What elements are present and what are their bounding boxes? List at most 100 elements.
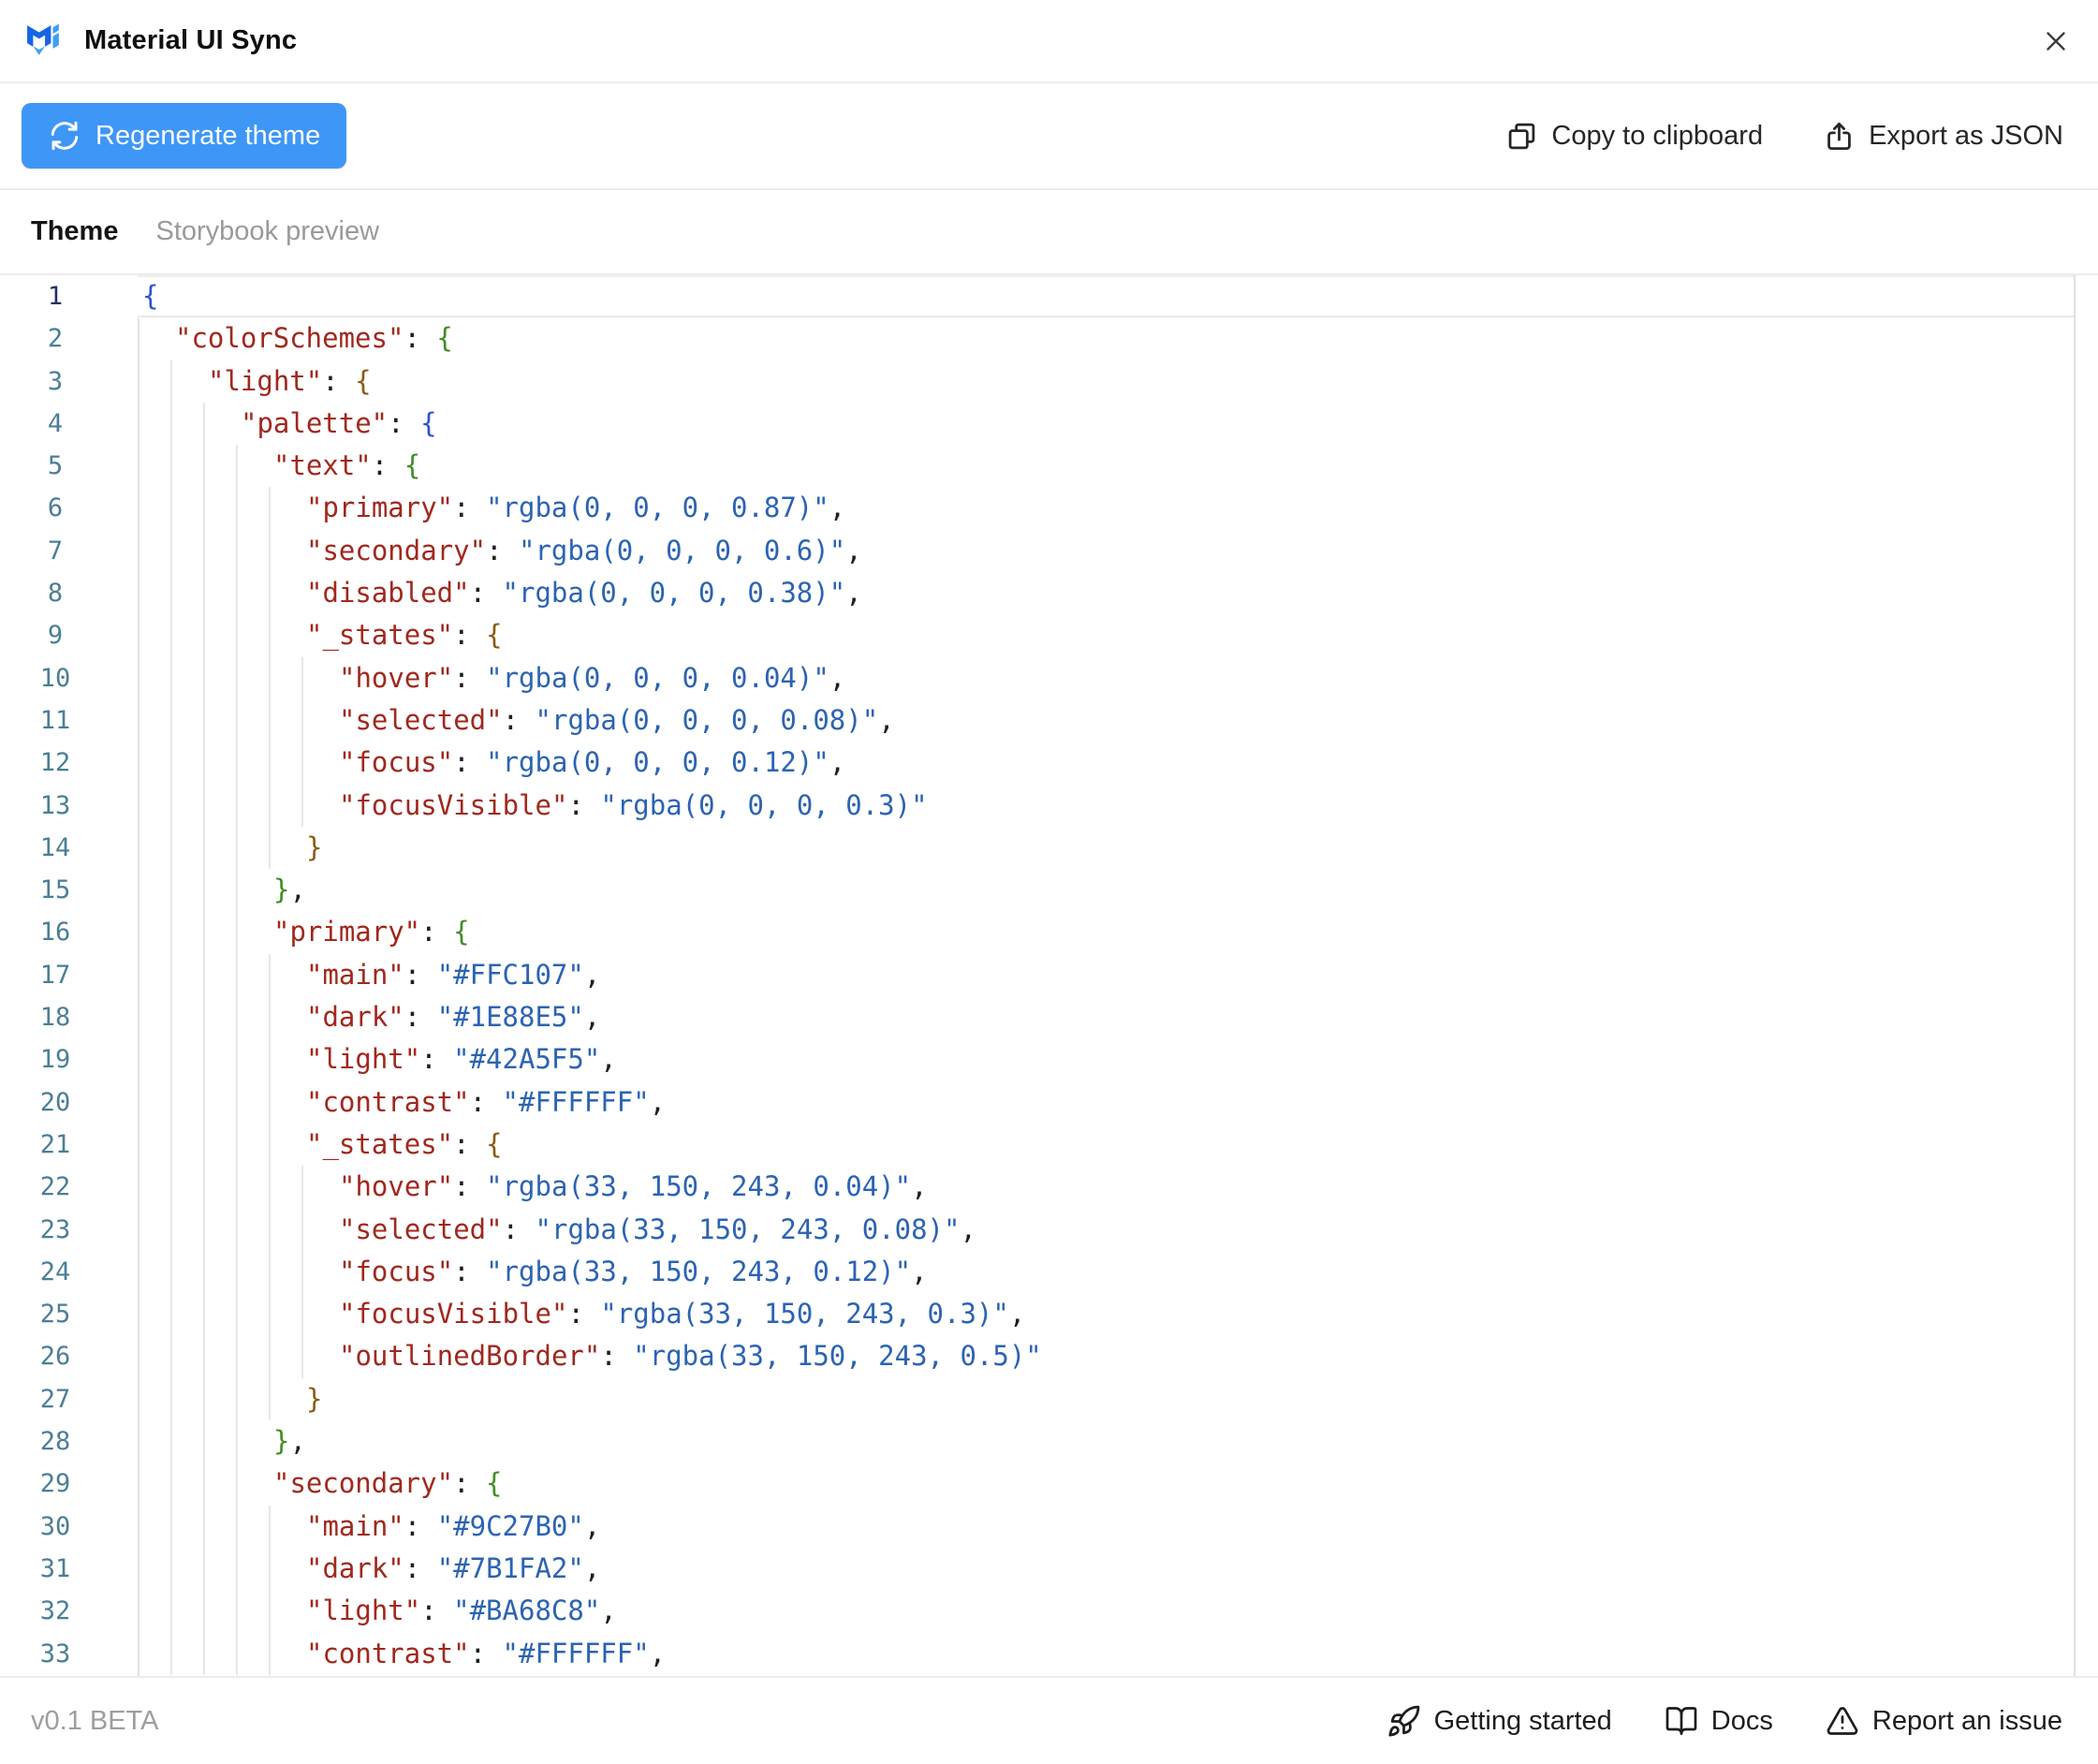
code-text: }, [273, 869, 306, 911]
code-text: "main": "#9C27B0", [306, 1506, 600, 1548]
code-line[interactable]: 18"dark": "#1E88E5", [0, 996, 2098, 1038]
indent-guide [203, 1038, 205, 1080]
indent-guide [269, 572, 271, 614]
code-line[interactable]: 25"focusVisible": "rgba(33, 150, 243, 0.… [0, 1293, 2098, 1335]
export-as-json-label: Export as JSON [1869, 121, 2063, 152]
indent-guide [269, 487, 271, 529]
line-number: 7 [31, 530, 80, 572]
code-line[interactable]: 30"main": "#9C27B0", [0, 1506, 2098, 1548]
indent-guide [236, 1378, 238, 1420]
indent-guide [170, 445, 172, 487]
code-line[interactable]: 2"colorSchemes": { [0, 317, 2098, 360]
code-text: "main": "#FFC107", [306, 954, 600, 996]
getting-started-link[interactable]: Getting started [1386, 1704, 1612, 1739]
code-line[interactable]: 13"focusVisible": "rgba(0, 0, 0, 0.3)" [0, 785, 2098, 827]
code-line[interactable]: 11"selected": "rgba(0, 0, 0, 0.08)", [0, 699, 2098, 742]
line-number: 33 [31, 1633, 80, 1675]
code-text: "text": { [273, 445, 420, 487]
code-text: "hover": "rgba(33, 150, 243, 0.04)", [339, 1166, 928, 1208]
code-line[interactable]: 31"dark": "#7B1FA2", [0, 1548, 2098, 1590]
indent-guide [301, 742, 303, 784]
indent-guide [170, 1463, 172, 1505]
code-line[interactable]: 12"focus": "rgba(0, 0, 0, 0.12)", [0, 742, 2098, 784]
indent-guide [269, 1081, 271, 1124]
indent-guide [203, 572, 205, 614]
theme-json-editor[interactable]: 1{2"colorSchemes": {3"light": {4"palette… [0, 275, 2098, 1676]
code-line[interactable]: 1{ [0, 275, 2098, 317]
tab-theme[interactable]: Theme [31, 216, 118, 247]
close-icon[interactable] [2038, 23, 2074, 59]
indent-guide [269, 1251, 271, 1293]
line-number: 14 [31, 827, 80, 869]
code-line[interactable]: 9"_states": { [0, 614, 2098, 656]
code-line[interactable]: 4"palette": { [0, 403, 2098, 445]
code-line[interactable]: 8"disabled": "rgba(0, 0, 0, 0.38)", [0, 572, 2098, 614]
indent-guide [203, 911, 205, 953]
indent-guide [203, 1209, 205, 1251]
indent-guide [203, 1463, 205, 1505]
indent-guide [236, 1293, 238, 1335]
code-line[interactable]: 19"light": "#42A5F5", [0, 1038, 2098, 1080]
indent-guide [170, 360, 172, 403]
line-number: 5 [31, 445, 80, 487]
indent-guide [269, 996, 271, 1038]
code-line[interactable]: 5 "text": { [0, 445, 2098, 487]
code-line[interactable]: 10"hover": "rgba(0, 0, 0, 0.04)", [0, 657, 2098, 699]
code-line[interactable]: 22"hover": "rgba(33, 150, 243, 0.04)", [0, 1166, 2098, 1208]
code-line[interactable]: 21"_states": { [0, 1124, 2098, 1166]
code-line[interactable]: 33 "contrast": "#FFFFFF", [0, 1633, 2098, 1675]
code-line[interactable]: 14} [0, 827, 2098, 869]
code-line[interactable]: 15}, [0, 869, 2098, 911]
code-line[interactable]: 26"outlinedBorder": "rgba(33, 150, 243, … [0, 1335, 2098, 1377]
line-number: 28 [31, 1420, 80, 1463]
indent-guide [170, 1590, 172, 1632]
line-number: 29 [31, 1463, 80, 1505]
indent-guide [236, 1166, 238, 1208]
code-line[interactable]: 27} [0, 1378, 2098, 1420]
copy-to-clipboard-button[interactable]: Copy to clipboard [1505, 120, 1763, 153]
code-line[interactable]: 24"focus": "rgba(33, 150, 243, 0.12)", [0, 1251, 2098, 1293]
docs-link[interactable]: Docs [1665, 1704, 1773, 1738]
code-line[interactable]: 17"main": "#FFC107", [0, 954, 2098, 996]
indent-guide [269, 1038, 271, 1080]
indent-guide [170, 869, 172, 911]
report-an-issue-link[interactable]: Report an issue [1826, 1704, 2062, 1738]
code-line[interactable]: 20"contrast": "#FFFFFF", [0, 1081, 2098, 1124]
line-number: 27 [31, 1378, 80, 1420]
code-text: }, [273, 1420, 306, 1463]
indent-guide [203, 869, 205, 911]
code-text: } [306, 1378, 322, 1420]
code-line[interactable]: 29"secondary": { [0, 1463, 2098, 1505]
code-line[interactable]: 3"light": { [0, 360, 2098, 403]
indent-guide [236, 572, 238, 614]
code-line[interactable]: 7"secondary": "rgba(0, 0, 0, 0.6)", [0, 530, 2098, 572]
code-text: "contrast": "#FFFFFF", [306, 1633, 666, 1675]
indent-guide [170, 1420, 172, 1463]
code-line[interactable]: 23"selected": "rgba(33, 150, 243, 0.08)"… [0, 1209, 2098, 1251]
indent-guide [269, 699, 271, 742]
code-line[interactable]: 16"primary": { [0, 911, 2098, 953]
docs-label: Docs [1711, 1706, 1773, 1737]
footer: v0.1 BETA Getting started [0, 1678, 2098, 1764]
regenerate-theme-button[interactable]: Regenerate theme [22, 103, 346, 169]
indent-guide [301, 1166, 303, 1208]
indent-guide [203, 996, 205, 1038]
export-as-json-button[interactable]: Export as JSON [1823, 120, 2063, 153]
line-number: 23 [31, 1209, 80, 1251]
tab-storybook-preview[interactable]: Storybook preview [155, 216, 379, 247]
indent-guide [170, 911, 172, 953]
code-lines[interactable]: 1{2"colorSchemes": {3"light": {4"palette… [0, 275, 2098, 1676]
code-line[interactable]: 32"light": "#BA68C8", [0, 1590, 2098, 1632]
indent-guide [236, 1590, 238, 1632]
indent-guide [203, 1124, 205, 1166]
version-badge: v0.1 BETA [31, 1706, 158, 1737]
line-number: 13 [31, 785, 80, 827]
copy-icon [1505, 120, 1538, 153]
indent-guide [269, 954, 271, 996]
indent-guide [236, 1251, 238, 1293]
code-line[interactable]: 28}, [0, 1420, 2098, 1463]
indent-guide [301, 1335, 303, 1377]
code-line[interactable]: 6"primary": "rgba(0, 0, 0, 0.87)", [0, 487, 2098, 529]
indent-guide [203, 403, 205, 445]
plugin-window: Material UI Sync Regenerate theme [0, 0, 2098, 1764]
